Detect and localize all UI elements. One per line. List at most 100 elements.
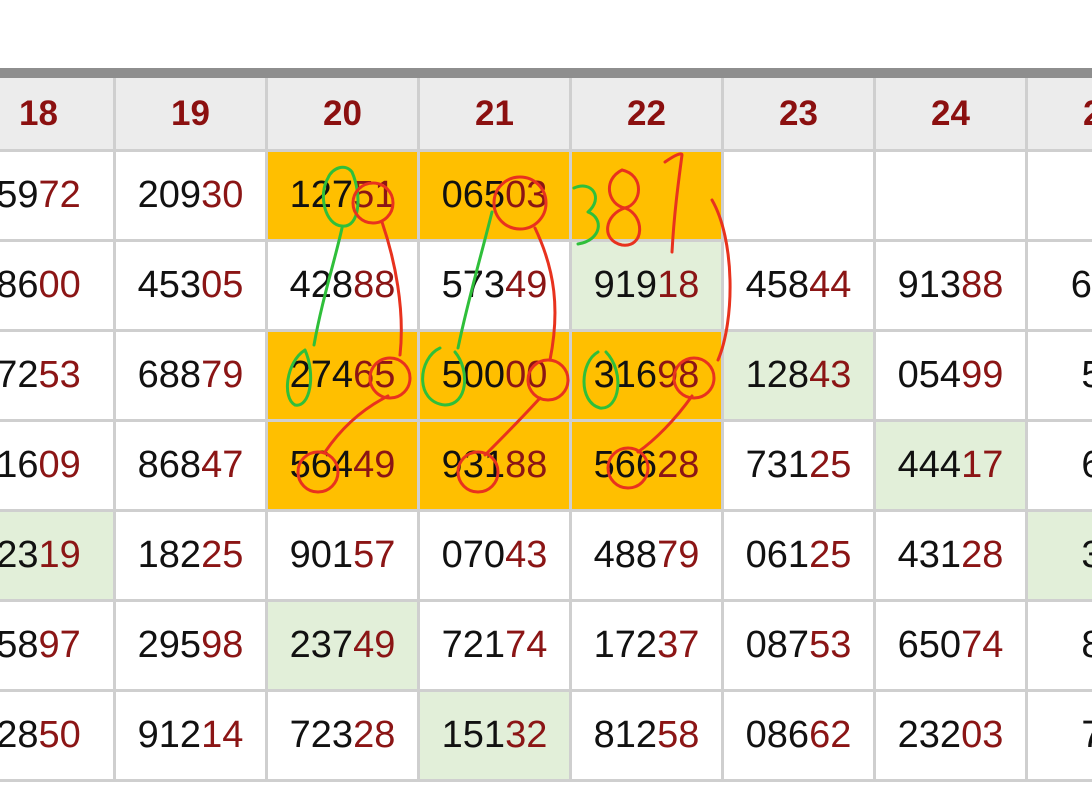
number-tail-digits: 49 — [353, 624, 396, 666]
number-head-digits: 23 — [0, 534, 39, 576]
column-header-21: 21 — [420, 78, 572, 152]
column-header-24: 24 — [876, 78, 1028, 152]
result-number: 69 — [1081, 444, 1092, 487]
column-header-18: 18 — [0, 78, 116, 152]
number-head-digits: 32 — [1081, 534, 1092, 576]
number-head-digits: 453 — [137, 264, 202, 306]
result-cell: 2319 — [0, 512, 116, 602]
result-number: 91918 — [594, 264, 700, 307]
result-number: 07043 — [442, 534, 548, 577]
number-tail-digits: 53 — [38, 354, 81, 396]
number-head-digits: 086 — [745, 714, 810, 756]
result-number: 90157 — [290, 534, 396, 577]
number-head-digits: 901 — [289, 534, 354, 576]
result-number: 45844 — [746, 264, 852, 307]
number-head-digits: 69 — [1081, 444, 1092, 486]
number-head-digits: 721 — [441, 624, 506, 666]
result-number: 42888 — [290, 264, 396, 307]
number-tail-digits: 50 — [38, 714, 81, 756]
number-tail-digits: 49 — [353, 444, 396, 486]
result-cell: 45844 — [724, 242, 876, 332]
result-number: 17237 — [594, 624, 700, 667]
result-cell: 72 — [1028, 692, 1092, 782]
result-cell: 23749 — [268, 602, 420, 692]
number-tail-digits: 43 — [505, 534, 548, 576]
number-tail-digits: 00 — [38, 264, 81, 306]
number-tail-digits: 28 — [961, 534, 1004, 576]
number-head-digits: 931 — [441, 444, 506, 486]
number-tail-digits: 99 — [961, 354, 1004, 396]
result-cell: 20930 — [116, 152, 268, 242]
result-cell: 43128 — [876, 512, 1028, 602]
number-head-digits: 458 — [745, 264, 810, 306]
number-head-digits: 065 — [441, 174, 506, 216]
number-head-digits: 182 — [137, 534, 202, 576]
result-number: 8600 — [0, 264, 81, 307]
result-cell: 08753 — [724, 602, 876, 692]
number-tail-digits: 62 — [809, 714, 852, 756]
result-cell: 08662 — [724, 692, 876, 782]
number-head-digits: 316 — [593, 354, 658, 396]
number-tail-digits: 74 — [505, 624, 548, 666]
result-cell: 91388 — [876, 242, 1028, 332]
result-number: 12843 — [746, 354, 852, 397]
number-head-digits: 731 — [745, 444, 810, 486]
number-tail-digits: 49 — [505, 264, 548, 306]
number-head-digits: 59 — [0, 174, 39, 216]
number-tail-digits: 30 — [201, 174, 244, 216]
result-cell: 56449 — [268, 422, 420, 512]
result-number: 613 — [1071, 264, 1092, 307]
number-head-digits: 172 — [593, 624, 658, 666]
number-head-digits: 723 — [289, 714, 354, 756]
result-number: 7253 — [0, 354, 81, 397]
number-head-digits: 295 — [137, 624, 202, 666]
number-head-digits: 72 — [1081, 714, 1092, 756]
result-cell: 23203 — [876, 692, 1028, 782]
result-number: 86847 — [138, 444, 244, 487]
number-head-digits: 88 — [1081, 624, 1092, 666]
number-tail-digits: 72 — [38, 174, 81, 216]
result-cell: 27465 — [268, 332, 420, 422]
result-number: 45305 — [138, 264, 244, 307]
number-tail-digits: 53 — [809, 624, 852, 666]
column-header-22: 22 — [572, 78, 724, 152]
number-head-digits: 127 — [289, 174, 354, 216]
result-number: 1609 — [0, 444, 81, 487]
number-head-digits: 054 — [897, 354, 962, 396]
number-tail-digits: 79 — [201, 354, 244, 396]
number-tail-digits: 28 — [353, 714, 396, 756]
number-tail-digits: 88 — [353, 264, 396, 306]
result-number: 15132 — [442, 714, 548, 757]
number-tail-digits: 98 — [657, 354, 700, 396]
result-number: 32 — [1081, 534, 1092, 577]
number-tail-digits: 88 — [961, 264, 1004, 306]
number-head-digits: 431 — [897, 534, 962, 576]
number-tail-digits: 32 — [505, 714, 548, 756]
result-number: 50 — [1081, 354, 1092, 397]
result-number: 31698 — [594, 354, 700, 397]
number-tail-digits: 79 — [657, 534, 700, 576]
result-number: 20930 — [138, 174, 244, 217]
result-number: 06125 — [746, 534, 852, 577]
result-cell: 90157 — [268, 512, 420, 602]
result-number: 65074 — [898, 624, 1004, 667]
number-tail-digits: 05 — [201, 264, 244, 306]
number-tail-digits: 00 — [505, 354, 548, 396]
number-tail-digits: 98 — [201, 624, 244, 666]
result-cell: 48879 — [572, 512, 724, 602]
results-screen: 1819202122232425597220930127510650386004… — [0, 0, 1092, 800]
result-number: 08662 — [746, 714, 852, 757]
number-head-digits: 566 — [593, 444, 658, 486]
result-number: 2850 — [0, 714, 81, 757]
result-cell: 5897 — [0, 602, 116, 692]
number-head-digits: 650 — [897, 624, 962, 666]
result-cell: 86847 — [116, 422, 268, 512]
number-head-digits: 812 — [593, 714, 658, 756]
result-cell — [572, 152, 724, 242]
result-cell: 2850 — [0, 692, 116, 782]
result-cell — [876, 152, 1028, 242]
number-tail-digits: 74 — [961, 624, 1004, 666]
number-tail-digits: 58 — [657, 714, 700, 756]
result-cell: 93188 — [420, 422, 572, 512]
number-tail-digits: 47 — [201, 444, 244, 486]
